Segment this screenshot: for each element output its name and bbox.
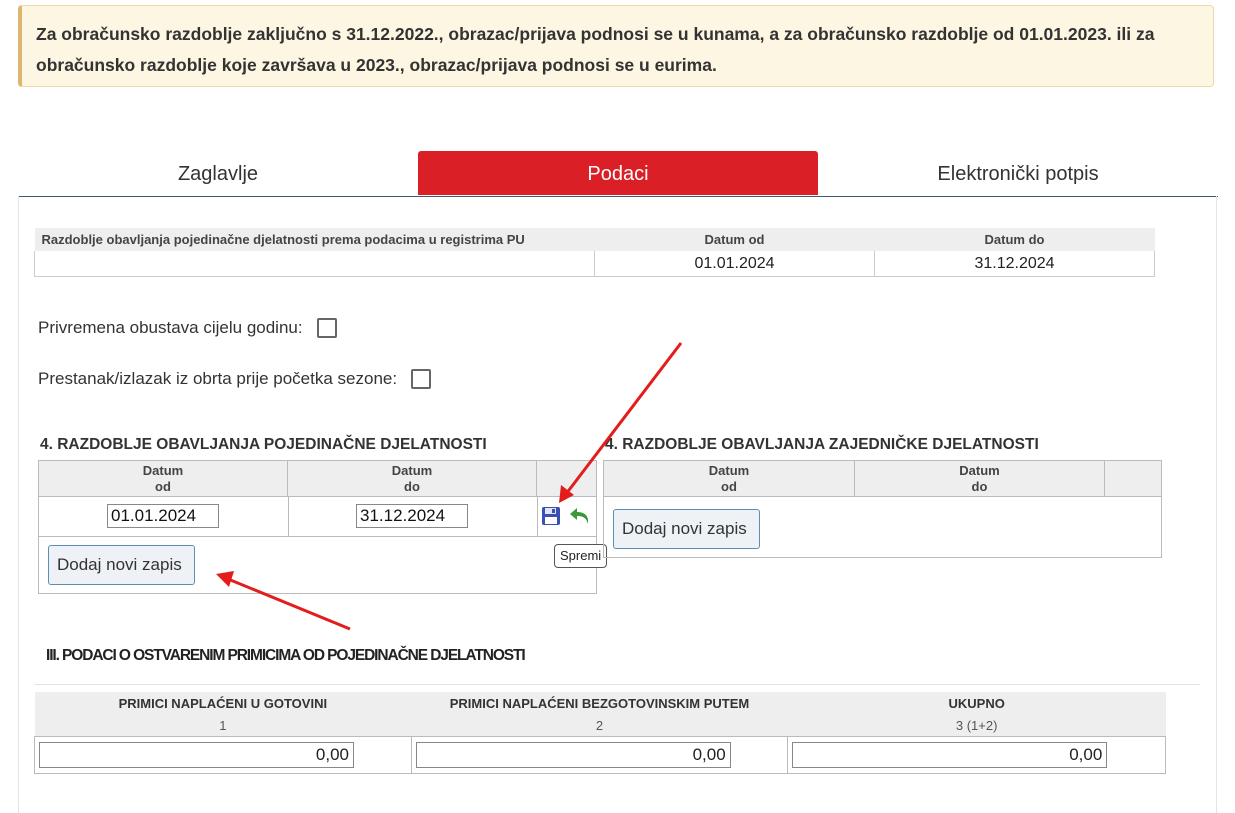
individual-date-from-input[interactable]: 01.01.2024: [107, 504, 219, 528]
registry-date-to: 31.12.2024: [874, 251, 1155, 277]
registry-period-table: Razdoblje obavljanja pojedinačne djelatn…: [34, 228, 1155, 277]
suspension-label: Privremena obustava cijelu godinu:: [38, 318, 303, 337]
termination-row: Prestanak/izlazak iz obrta prije početka…: [38, 369, 432, 389]
joint-actions-header: [1105, 461, 1161, 497]
individual-activity-title: 4. RAZDOBLJE OBAVLJANJA POJEDINAČNE DJEL…: [40, 436, 487, 453]
registry-date-from: 01.01.2024: [594, 251, 875, 277]
individual-add-record-button[interactable]: Dodaj novi zapis: [48, 545, 195, 585]
income-cash-input[interactable]: 0,00: [39, 742, 354, 768]
registry-period-desc: [34, 251, 595, 277]
save-icon[interactable]: [541, 506, 561, 526]
income-cash-header: PRIMICI NAPLAĆENI U GOTOVINI: [34, 692, 412, 714]
income-total-num: 3 (1+2): [787, 714, 1166, 737]
individual-row-divider-2: [537, 497, 538, 536]
joint-activity-title: 4. RAZDOBLJE OBAVLJANJA ZAJEDNIČKE DJELA…: [605, 436, 1039, 453]
date-from-header: Datum od: [594, 228, 875, 251]
individual-activity-table: Datum od Datum do 01.01.2024 31.12.2024 …: [38, 460, 597, 594]
individual-from-header: Datum od: [39, 461, 288, 497]
individual-to-header-line1: Datum: [391, 463, 433, 478]
individual-to-header-line2: do: [404, 479, 420, 494]
joint-activity-table: Datum od Datum do Dodaj novi zapis: [603, 460, 1162, 558]
tab-zaglavlje[interactable]: Zaglavlje: [18, 151, 418, 195]
joint-to-header-line2: do: [971, 479, 988, 494]
joint-from-header-line1: Datum: [708, 463, 750, 478]
income-noncash-cell: 0,00: [410, 736, 789, 774]
joint-add-record-button[interactable]: Dodaj novi zapis: [613, 509, 760, 549]
tab-elektronicki-potpis[interactable]: Elektronički potpis: [818, 151, 1218, 195]
income-total-cell: 0,00: [787, 736, 1166, 774]
date-to-header: Datum do: [874, 228, 1155, 251]
income-table: PRIMICI NAPLAĆENI U GOTOVINI PRIMICI NAP…: [34, 692, 1166, 774]
individual-to-header: Datum do: [288, 461, 537, 497]
termination-checkbox[interactable]: [411, 369, 432, 389]
undo-icon[interactable]: [569, 505, 593, 527]
individual-from-header-line1: Datum: [142, 463, 184, 478]
registry-period-header: Razdoblje obavljanja pojedinačne djelatn…: [34, 228, 595, 251]
suspension-row: Privremena obustava cijelu godinu:: [38, 318, 337, 338]
income-noncash-num: 2: [411, 714, 788, 737]
income-divider: [34, 684, 1200, 685]
joint-to-header: Datum do: [855, 461, 1105, 497]
income-section-title: III. PODACI O OSTVARENIM PRIMICIMA OD PO…: [46, 647, 526, 664]
income-cash-cell: 0,00: [34, 736, 412, 774]
joint-to-header-line1: Datum: [959, 463, 1000, 478]
individual-row-divider: [288, 497, 289, 536]
currency-notice: Za obračunsko razdoblje zaključno s 31.1…: [18, 5, 1214, 87]
termination-label: Prestanak/izlazak iz obrta prije početka…: [38, 369, 398, 388]
joint-from-header: Datum od: [604, 461, 855, 497]
individual-date-to-input[interactable]: 31.12.2024: [356, 504, 468, 528]
income-noncash-header: PRIMICI NAPLAĆENI BEZGOTOVINSKIM PUTEM: [411, 692, 788, 714]
individual-row: 01.01.2024 31.12.2024: [39, 497, 596, 537]
individual-from-header-line2: od: [155, 479, 171, 494]
income-noncash-input[interactable]: 0,00: [415, 742, 731, 768]
income-cash-num: 1: [34, 714, 412, 737]
joint-from-header-line2: od: [721, 479, 737, 494]
save-tooltip: Spremi: [554, 544, 608, 568]
income-total-header: UKUPNO: [787, 692, 1166, 714]
tab-podaci[interactable]: Podaci: [418, 151, 818, 195]
individual-actions-header: [537, 461, 596, 497]
income-total-input[interactable]: 0,00: [792, 742, 1108, 768]
tab-bar: Zaglavlje Podaci Elektronički potpis: [18, 151, 1218, 197]
suspension-checkbox[interactable]: [316, 318, 337, 338]
